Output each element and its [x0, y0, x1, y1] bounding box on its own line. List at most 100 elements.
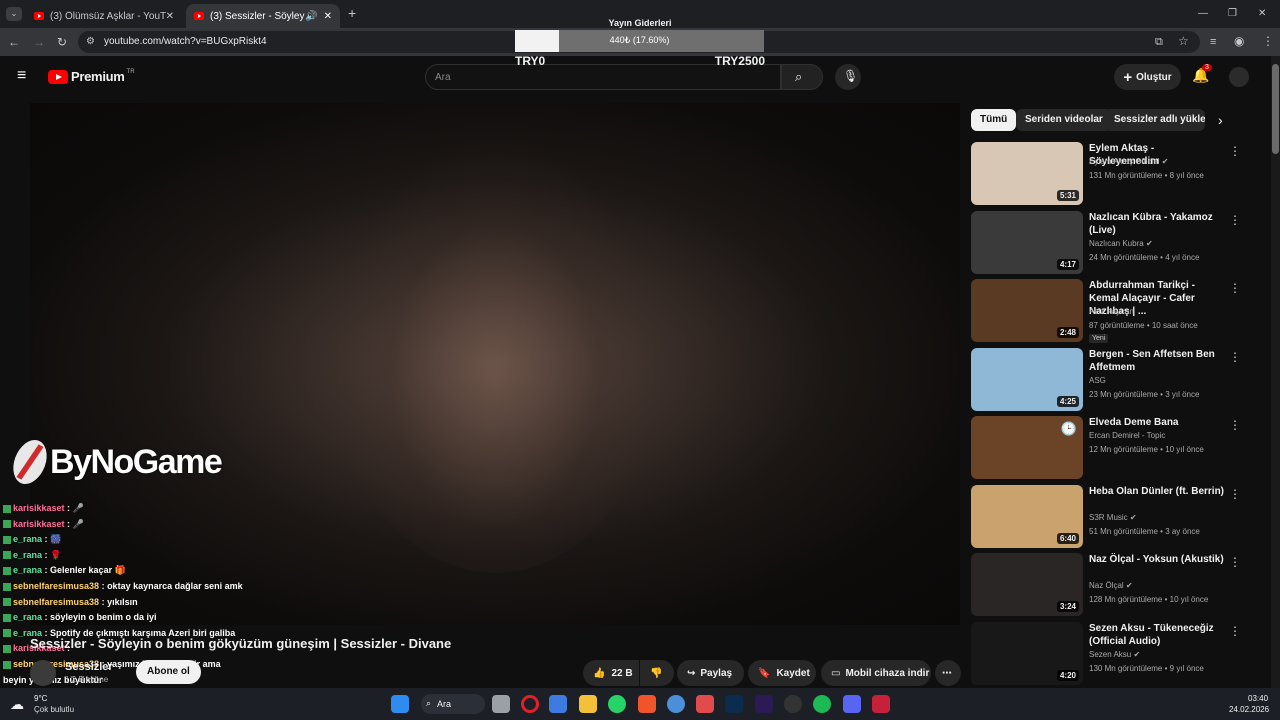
recommendation-channel[interactable]: Naz Ölçal ✔: [1089, 581, 1133, 590]
video-thumbnail[interactable]: 4:25: [971, 347, 1083, 411]
recommendation-title[interactable]: Elveda Deme Bana: [1089, 416, 1224, 429]
voice-search-button[interactable]: 🎙: [835, 64, 861, 90]
chevron-right-icon[interactable]: ›: [1218, 113, 1223, 127]
new-tab-button[interactable]: +: [348, 6, 356, 20]
brave-icon[interactable]: [638, 695, 656, 713]
install-app-icon[interactable]: ⧉: [1155, 35, 1163, 49]
maximize-button[interactable]: ❐: [1228, 7, 1237, 21]
channel-avatar[interactable]: [30, 660, 56, 686]
recommendation-item[interactable]: 2:48 Abdurrahman Tarikçi - Kemal Alaçayır…: [971, 279, 1261, 343]
create-button[interactable]: + Oluştur: [1114, 64, 1181, 90]
task-view-icon[interactable]: [492, 695, 510, 713]
watch-later-icon[interactable]: 🕒: [1061, 421, 1077, 437]
close-tab-icon[interactable]: ✕: [166, 11, 174, 22]
profile-icon[interactable]: ◉: [1234, 34, 1244, 48]
bookmark-star-icon[interactable]: ☆: [1178, 34, 1189, 48]
recommendation-title[interactable]: Sezen Aksu - Tükeneceğiz (Official Audio…: [1089, 622, 1224, 648]
share-button[interactable]: ↪ Paylaş: [677, 660, 744, 686]
reload-icon[interactable]: ↻: [57, 35, 67, 49]
video-thumbnail[interactable]: 2:48: [971, 279, 1083, 342]
tab-olumsuz-asklar[interactable]: (3) Ölümsüz Aşklar - YouTube ✕: [26, 4, 182, 28]
chip-series[interactable]: Seriden videolar: [1016, 109, 1112, 131]
discord-icon[interactable]: [843, 695, 861, 713]
clock-time[interactable]: 03:40: [1248, 694, 1268, 703]
avatar[interactable]: [1229, 67, 1249, 87]
clock-date[interactable]: 24.02.2026: [1229, 705, 1269, 714]
recommendation-channel[interactable]: Ercan Demirel - Topic: [1089, 431, 1165, 440]
save-button[interactable]: 🔖 Kaydet: [748, 660, 816, 686]
video-thumbnail[interactable]: 4:17: [971, 210, 1083, 274]
search-button[interactable]: ⌕: [781, 64, 823, 90]
recommendation-title[interactable]: Naz Ölçal - Yoksun (Akustik): [1089, 553, 1224, 566]
close-tab-icon[interactable]: ✕: [324, 11, 332, 22]
recommendation-channel[interactable]: Eylem Aktaş Official ✔: [1089, 157, 1168, 166]
recommendation-channel[interactable]: Nazlıcan Kubra ✔: [1089, 239, 1153, 248]
video-thumbnail[interactable]: 🕒: [971, 416, 1083, 479]
premiere-icon[interactable]: [755, 695, 773, 713]
recommendation-channel[interactable]: ASG: [1089, 376, 1106, 385]
browser-menu-icon[interactable]: ⋮: [1262, 34, 1274, 48]
channel-name[interactable]: Sessizler: [65, 661, 113, 673]
notifications-button[interactable]: 🔔 3: [1192, 64, 1212, 84]
recommendation-item[interactable]: 4:25 Bergen - Sen Affetsen Ben Affetmem AS…: [971, 347, 1261, 412]
whatsapp-icon[interactable]: [608, 695, 626, 713]
file-explorer-icon[interactable]: [579, 695, 597, 713]
media-controls-icon[interactable]: ≡: [1210, 35, 1216, 49]
download-button[interactable]: ▭ Mobil cihaza indir: [821, 660, 931, 686]
back-icon[interactable]: ←: [8, 35, 20, 49]
video-thumbnail[interactable]: 4:20: [971, 621, 1083, 685]
more-options-icon[interactable]: ⋮: [1229, 350, 1241, 364]
recommendation-channel[interactable]: Sezen Aksu ✔: [1089, 650, 1140, 659]
audio-playing-icon[interactable]: 🔊: [305, 11, 317, 22]
forward-icon[interactable]: →: [33, 35, 45, 49]
store-icon[interactable]: [549, 695, 567, 713]
app-red-icon[interactable]: [872, 695, 890, 713]
minimize-button[interactable]: —: [1198, 7, 1208, 21]
recommendation-channel[interactable]: S3R Music ✔: [1089, 513, 1137, 522]
more-actions-button[interactable]: ⋯: [935, 660, 961, 686]
spotify-icon[interactable]: [813, 695, 831, 713]
recommendation-item[interactable]: 4:20 Sezen Aksu - Tükeneceğiz (Official A…: [971, 621, 1261, 686]
weather-cloud-icon[interactable]: ☁: [10, 696, 24, 713]
opera-icon[interactable]: [521, 695, 539, 713]
recommendation-title[interactable]: Nazlıcan Kübra - Yakamoz (Live): [1089, 211, 1224, 237]
recommendation-title[interactable]: Heba Olan Dünler (ft. Berrin): [1089, 485, 1224, 498]
video-thumbnail[interactable]: 3:24: [971, 553, 1083, 616]
more-options-icon[interactable]: ⋮: [1229, 213, 1241, 227]
recommendation-item[interactable]: 6:40 Heba Olan Dünler (ft. Berrin) S3R Mus…: [971, 484, 1261, 549]
page-scrollbar[interactable]: [1271, 56, 1280, 688]
weather-desc[interactable]: Çok bulutlu: [34, 705, 74, 714]
taskbar-search[interactable]: ⌕ Ara: [421, 694, 485, 714]
chrome-icon[interactable]: [667, 695, 685, 713]
hamburger-menu-icon[interactable]: ≡: [17, 68, 26, 84]
recommendation-channel[interactable]: Aziz Kayıran: [1089, 307, 1134, 316]
recommendation-item[interactable]: 🕒 Elveda Deme Bana Ercan Demirel - Topic 12…: [971, 416, 1261, 480]
chip-all[interactable]: Tümü: [971, 109, 1017, 131]
photoshop-icon[interactable]: [725, 695, 743, 713]
more-options-icon[interactable]: ⋮: [1229, 555, 1241, 569]
close-window-button[interactable]: ✕: [1258, 7, 1266, 21]
more-options-icon[interactable]: ⋮: [1229, 487, 1241, 501]
recommendation-title[interactable]: Bergen - Sen Affetsen Ben Affetmem: [1089, 348, 1224, 374]
subscribe-button[interactable]: Abone ol: [136, 660, 201, 684]
more-options-icon[interactable]: ⋮: [1229, 418, 1241, 432]
recommendation-item[interactable]: 3:24 Naz Ölçal - Yoksun (Akustik) Naz Ölça…: [971, 553, 1261, 617]
tab-sessizler[interactable]: (3) Sessizler - Söyleyin o be 🔊 ✕: [186, 4, 340, 28]
app-icon[interactable]: [696, 695, 714, 713]
recommendation-item[interactable]: 4:17 Nazlıcan Kübra - Yakamoz (Live) Nazlı…: [971, 210, 1261, 275]
weather-temp[interactable]: 9°C: [34, 694, 47, 703]
like-button[interactable]: 👍 22 B: [583, 660, 639, 686]
more-options-icon[interactable]: ⋮: [1229, 144, 1241, 158]
tab-search-icon[interactable]: ⌄: [6, 7, 22, 21]
chip-uploader[interactable]: Sessizler adlı yükleyici: [1105, 109, 1205, 131]
video-thumbnail[interactable]: 5:31: [971, 142, 1083, 205]
video-player[interactable]: [30, 103, 960, 625]
dislike-button[interactable]: 👎: [640, 660, 674, 686]
windows-start-icon[interactable]: [391, 695, 409, 713]
video-thumbnail[interactable]: 6:40: [971, 484, 1083, 548]
obs-icon[interactable]: [784, 695, 802, 713]
site-info-icon[interactable]: ⚙: [86, 35, 95, 49]
more-options-icon[interactable]: ⋮: [1229, 624, 1241, 638]
more-options-icon[interactable]: ⋮: [1229, 281, 1241, 295]
youtube-logo[interactable]: Premium TR: [48, 69, 135, 84]
